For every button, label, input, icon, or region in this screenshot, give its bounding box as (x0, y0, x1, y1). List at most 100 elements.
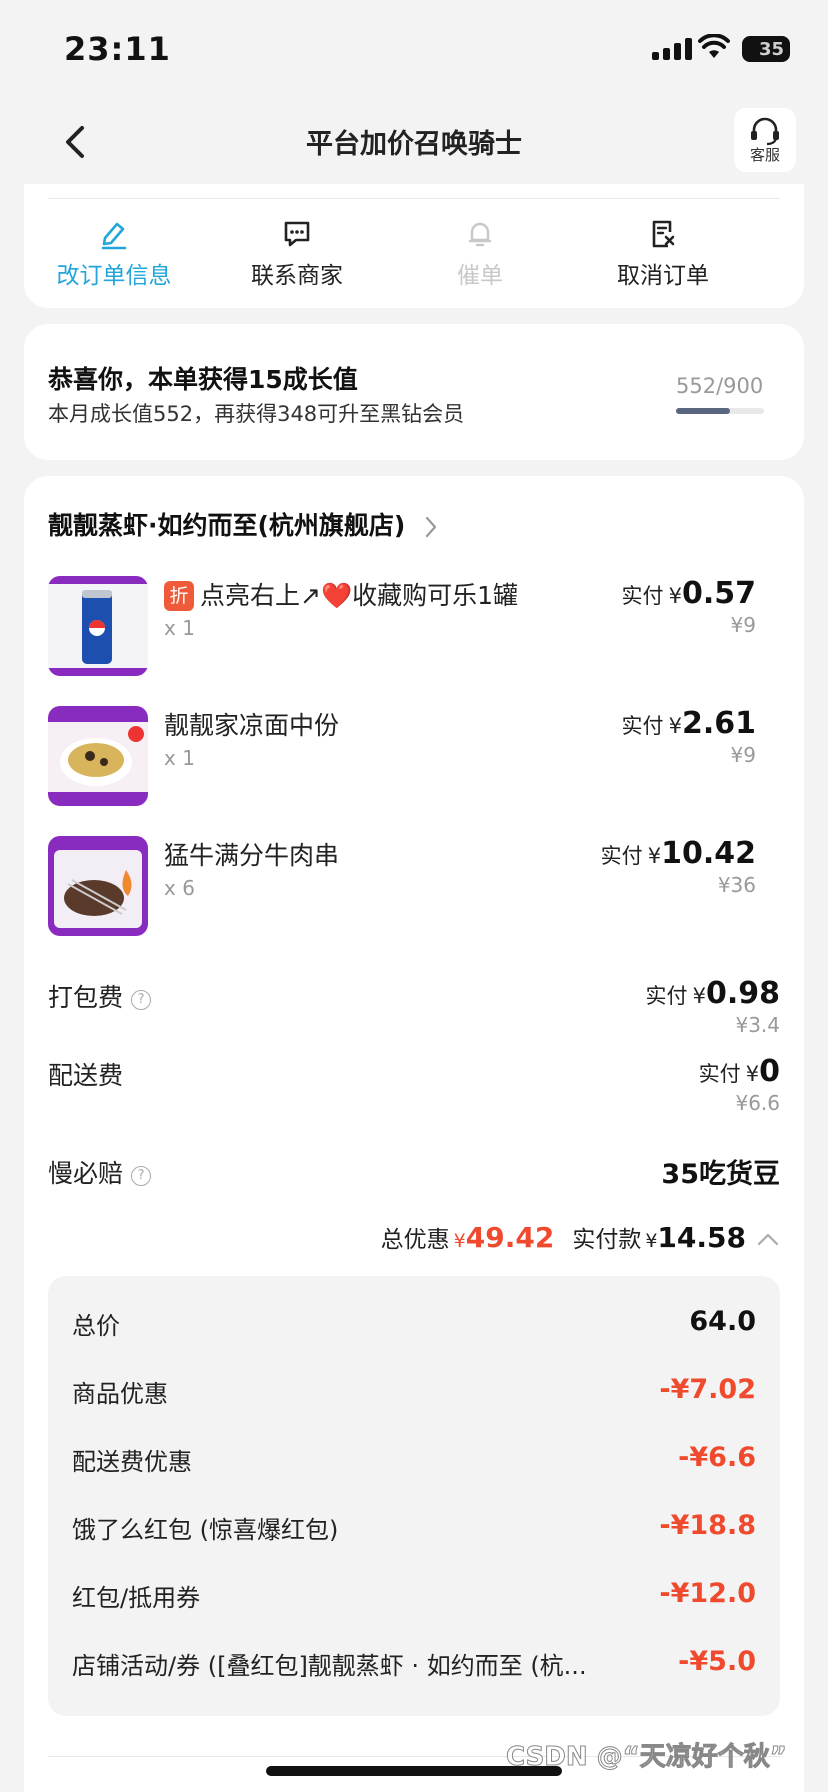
currency: ¥ (453, 1230, 466, 1252)
shop-link[interactable]: 靓靓蒸虾·如约而至(杭州旗舰店) (48, 506, 438, 542)
growth-title: 恭喜你，本单获得15成长值 (48, 365, 358, 394)
paid-amount: 0.98 (705, 976, 780, 1011)
action-bar: 改订单信息 联系商家 催单 取消订单 (24, 184, 804, 308)
paid-label: 实付 (698, 1062, 741, 1086)
paid-total-label: 实付款 (572, 1227, 642, 1253)
original-price: ¥6.6 (735, 1091, 780, 1115)
original-price: ¥9 (730, 743, 756, 767)
currency: ¥ (668, 714, 682, 738)
nav-bar: 平台加价召唤骑士 客服 (0, 100, 828, 184)
delivery-fee-price: 实付 ¥0 ¥6.6 (699, 1054, 780, 1115)
breakdown-value: -¥18.8 (659, 1510, 756, 1541)
paid-amount: 0.57 (681, 576, 756, 611)
customer-service-button[interactable]: 客服 (734, 108, 796, 172)
breakdown-value: -¥7.02 (659, 1374, 756, 1405)
breakdown-label: 商品优惠 (72, 1380, 168, 1408)
breakdown-label: 红包/抵用券 (72, 1584, 201, 1612)
chevron-up-icon[interactable] (756, 1231, 780, 1247)
packing-fee-price: 实付 ¥0.98 ¥3.4 (646, 976, 781, 1037)
price-summary[interactable]: 总优惠 ¥ 49.42 实付款 ¥ 14.58 (381, 1220, 780, 1254)
product-image-noodles (48, 706, 148, 806)
breakdown-value: -¥5.0 (678, 1646, 756, 1677)
help-icon[interactable]: ? (131, 990, 152, 1010)
contact-merchant-label: 联系商家 (251, 263, 343, 289)
late-compensation-value: 35吃货豆 (661, 1159, 780, 1190)
contact-merchant-button[interactable]: 联系商家 (207, 218, 387, 290)
customer-service-label: 客服 (749, 146, 780, 164)
cancel-order-button[interactable]: 取消订单 (573, 218, 753, 290)
product-image-cola (48, 576, 148, 676)
total-discount-label: 总优惠 (380, 1227, 450, 1253)
paid-amount: 2.61 (681, 706, 756, 741)
original-price: ¥3.4 (735, 1013, 780, 1037)
packing-fee-label: 打包费? (48, 978, 152, 1014)
urge-order-button[interactable]: 催单 (390, 218, 570, 290)
signal-icon (652, 38, 692, 60)
item-qty: x 1 (164, 746, 195, 770)
item-name: 折点亮右上↗❤️收藏购可乐1罐 (164, 576, 518, 612)
item-name: 猛牛满分牛肉串 (164, 841, 340, 870)
total-discount-amount: 49.42 (465, 1221, 555, 1254)
breakdown-label: 店铺活动/券 ([叠红包]靓靓蒸虾 · 如约而至 (杭... (72, 1652, 587, 1680)
growth-progress-bar (676, 408, 764, 414)
item-price: 实付 ¥0.57 ¥9 (622, 576, 757, 637)
currency: ¥ (692, 984, 706, 1008)
page-title: 平台加价召唤骑士 (306, 129, 522, 160)
item-price: 实付 ¥10.42 ¥36 (601, 836, 756, 897)
modify-order-button[interactable]: 改订单信息 (24, 218, 204, 290)
currency: ¥ (668, 584, 682, 608)
discount-tag: 折 (164, 581, 194, 611)
help-icon[interactable]: ? (131, 1166, 152, 1186)
chat-icon (284, 221, 310, 247)
breakdown-label: 总价 (72, 1312, 120, 1340)
item-qty: x 1 (164, 616, 195, 640)
chevron-right-icon (425, 516, 437, 538)
delivery-fee-label: 配送费 (48, 1061, 124, 1090)
currency: ¥ (647, 844, 662, 868)
paid-amount: 10.42 (661, 836, 756, 871)
shop-name: 靓靓蒸虾·如约而至(杭州旗舰店) (48, 511, 406, 540)
item-qty: x 6 (164, 876, 195, 900)
breakdown-row: 商品优惠 -¥7.02 (72, 1374, 756, 1414)
order-item[interactable]: 靓靓家凉面中份 x 1 实付 ¥2.61 ¥9 (48, 706, 780, 810)
order-item[interactable]: 折点亮右上↗❤️收藏购可乐1罐 x 1 实付 ¥0.57 ¥9 (48, 576, 780, 680)
breakdown-row: 配送费优惠 -¥6.6 (72, 1442, 756, 1482)
paid-label: 实付 (600, 844, 643, 868)
headset-icon (751, 117, 779, 146)
item-price: 实付 ¥2.61 ¥9 (622, 706, 757, 767)
order-card: 靓靓蒸虾·如约而至(杭州旗舰店) 折点亮右上↗❤️收藏购可乐1罐 x 1 实付 … (24, 476, 804, 1792)
paid-amount: 0 (759, 1054, 780, 1089)
battery-icon: 35 (742, 36, 790, 62)
status-bar: 23:11 35 (0, 0, 828, 100)
order-item[interactable]: 猛牛满分牛肉串 x 6 实付 ¥10.42 ¥36 (48, 836, 780, 940)
breakdown-value: -¥6.6 (678, 1442, 756, 1473)
late-compensation-label: 慢必赔? (48, 1154, 152, 1190)
status-time: 23:11 (64, 30, 171, 68)
breakdown-label: 配送费优惠 (72, 1448, 192, 1476)
breakdown-row: 总价 64.0 (72, 1306, 756, 1346)
original-price: ¥9 (730, 613, 756, 637)
growth-subtitle: 本月成长值552，再获得348可升至黑钻会员 (48, 402, 465, 426)
breakdown-row: 饿了么红包 (惊喜爆红包) -¥18.8 (72, 1510, 756, 1550)
growth-card[interactable]: 恭喜你，本单获得15成长值 本月成长值552，再获得348可升至黑钻会员 552… (24, 324, 804, 460)
home-indicator[interactable] (266, 1766, 562, 1776)
order-detail-screen: 23:11 35 平台加价召唤骑士 客服 改订单信息 联系商家 催单 取消订单 … (0, 0, 828, 1792)
currency: ¥ (745, 1062, 760, 1086)
original-price: ¥36 (717, 873, 756, 897)
paid-label: 实付 (621, 714, 664, 738)
growth-progress-fill (676, 408, 730, 414)
breakdown-row: 店铺活动/券 ([叠红包]靓靓蒸虾 · 如约而至 (杭... -¥5.0 (72, 1646, 756, 1686)
urge-order-label: 催单 (457, 263, 503, 289)
item-name: 靓靓家凉面中份 (164, 711, 340, 740)
battery-level: 35 (758, 38, 784, 60)
breakdown-label: 饿了么红包 (惊喜爆红包) (72, 1516, 339, 1544)
modify-order-label: 改订单信息 (56, 263, 172, 289)
breakdown-value: 64.0 (689, 1306, 756, 1337)
paid-label: 实付 (621, 584, 664, 608)
bell-icon (468, 222, 492, 247)
growth-progress-text: 552/900 (676, 374, 764, 398)
packing-fee-text: 打包费 (48, 983, 124, 1012)
paid-total-amount: 14.58 (657, 1221, 746, 1254)
price-breakdown: 总价 64.0 商品优惠 -¥7.02 配送费优惠 -¥6.6 饿了么红包 (惊喜爆红… (48, 1276, 780, 1716)
breakdown-value: -¥12.0 (659, 1578, 756, 1609)
